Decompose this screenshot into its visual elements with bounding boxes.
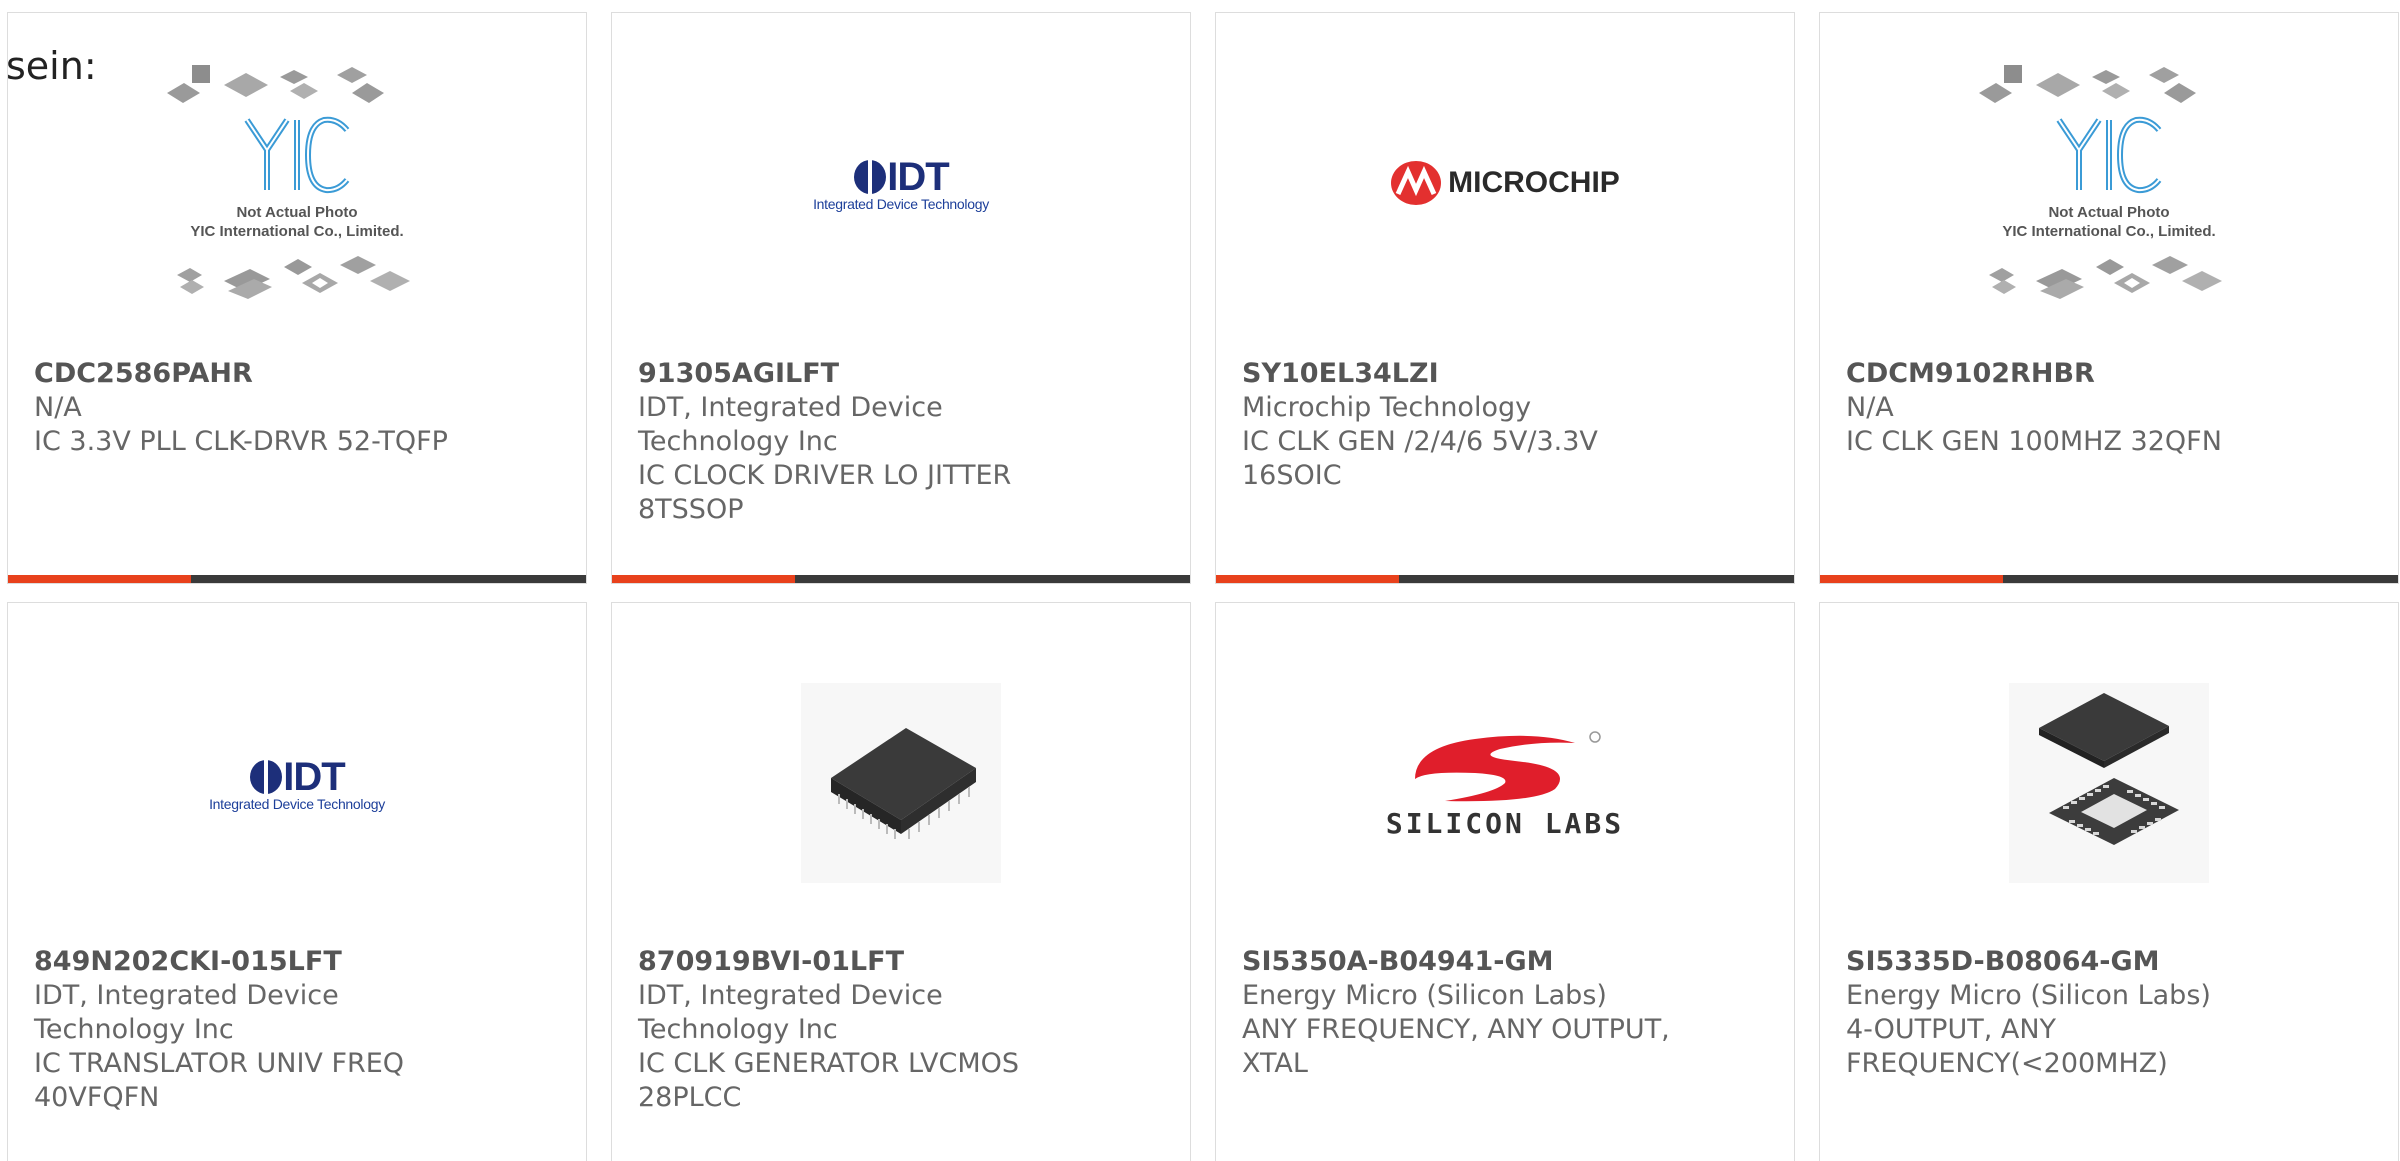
manufacturer: N/A bbox=[34, 392, 82, 423]
product-image[interactable]: MICROCHIP bbox=[1216, 13, 1794, 353]
product-info: 91305AGILFT IDT, Integrated Device Techn… bbox=[638, 357, 1078, 527]
microchip-logo: MICROCHIP bbox=[1390, 160, 1620, 206]
qfn-chip-icon bbox=[2039, 693, 2179, 845]
manufacturer: N/A bbox=[1846, 392, 1894, 423]
part-number[interactable]: SI5335D-B08064-GM bbox=[1846, 945, 2286, 979]
product-image[interactable] bbox=[1820, 613, 2398, 953]
plcc-chip-icon bbox=[831, 728, 976, 839]
manufacturer: Energy Micro (Silicon Labs) bbox=[1242, 980, 1607, 1011]
microchip-mark-icon bbox=[1391, 161, 1442, 205]
placeholder-line1: Not Actual Photo bbox=[236, 204, 358, 221]
product-card[interactable]: MICROCHIP SY10EL34LZI Microchip Technolo… bbox=[1215, 12, 1795, 584]
part-number[interactable]: CDC2586PAHR bbox=[34, 357, 474, 391]
manufacturer: Energy Micro (Silicon Labs) bbox=[1846, 980, 2211, 1011]
product-info: SY10EL34LZI Microchip Technology IC CLK … bbox=[1242, 357, 1682, 493]
silicon-labs-logo-word: SILICON LABS bbox=[1385, 806, 1625, 840]
part-number[interactable]: SI5350A-B04941-GM bbox=[1242, 945, 1682, 979]
description: IC CLK GEN 100MHZ 32QFN bbox=[1846, 426, 2222, 457]
yic-placeholder-image: Not Actual Photo YIC International Co., … bbox=[162, 63, 432, 303]
product-image[interactable]: SILICON LABS bbox=[1216, 613, 1794, 953]
card-bar-accent bbox=[1216, 575, 1399, 583]
product-info: SI5335D-B08064-GM Energy Micro (Silicon … bbox=[1846, 945, 2286, 1081]
product-card[interactable]: IDT Integrated Device Technology 849N202… bbox=[7, 602, 587, 1161]
idt-logo: IDT Integrated Device Technology bbox=[813, 155, 989, 212]
idt-logo: IDT Integrated Device Technology bbox=[209, 755, 385, 812]
silicon-labs-logo: SILICON LABS bbox=[1386, 727, 1624, 840]
qfn-chip-photo bbox=[2009, 683, 2209, 883]
silicon-labs-mark-icon bbox=[1414, 730, 1601, 801]
product-info: 849N202CKI-015LFT IDT, Integrated Device… bbox=[34, 945, 474, 1115]
placeholder-line1: Not Actual Photo bbox=[2048, 204, 2170, 221]
part-number[interactable]: 849N202CKI-015LFT bbox=[34, 945, 474, 979]
product-card[interactable]: SI5335D-B08064-GM Energy Micro (Silicon … bbox=[1819, 602, 2399, 1161]
description: IC 3.3V PLL CLK-DRVR 52-TQFP bbox=[34, 426, 448, 457]
idt-mark-icon bbox=[854, 159, 887, 195]
placeholder-line2: YIC International Co., Limited. bbox=[2002, 223, 2216, 240]
description: 4-OUTPUT, ANY FREQUENCY(<200MHZ) bbox=[1846, 1014, 2168, 1079]
part-number[interactable]: 91305AGILFT bbox=[638, 357, 1078, 391]
description: IC CLK GENERATOR LVCMOS 28PLCC bbox=[638, 1048, 1020, 1113]
card-bar-accent bbox=[1820, 575, 2003, 583]
idt-logo-sub: Integrated Device Technology bbox=[209, 795, 385, 812]
product-info: CDCM9102RHBR N/A IC CLK GEN 100MHZ 32QFN bbox=[1846, 357, 2286, 459]
card-bottom-bar bbox=[612, 575, 1190, 583]
product-info: SI5350A-B04941-GM Energy Micro (Silicon … bbox=[1242, 945, 1682, 1081]
product-image[interactable]: IDT Integrated Device Technology bbox=[612, 13, 1190, 353]
idt-mark-icon bbox=[250, 759, 283, 795]
card-bar-accent bbox=[8, 575, 191, 583]
description: IC CLK GEN /2/4/6 5V/3.3V 16SOIC bbox=[1242, 426, 1598, 491]
part-number[interactable]: 870919BVI-01LFT bbox=[638, 945, 1078, 979]
description: IC TRANSLATOR UNIV FREQ 40VFQFN bbox=[34, 1048, 405, 1113]
card-bottom-bar bbox=[8, 575, 586, 583]
manufacturer: Microchip Technology bbox=[1242, 392, 1532, 423]
plcc-chip-photo bbox=[801, 683, 1001, 883]
product-info: CDC2586PAHR N/A IC 3.3V PLL CLK-DRVR 52-… bbox=[34, 357, 474, 459]
product-image[interactable] bbox=[612, 613, 1190, 953]
card-bar-accent bbox=[612, 575, 795, 583]
product-info: 870919BVI-01LFT IDT, Integrated Device T… bbox=[638, 945, 1078, 1115]
product-card[interactable]: SILICON LABS SI5350A-B04941-GM Energy Mi… bbox=[1215, 602, 1795, 1161]
product-card[interactable]: Not Actual Photo YIC International Co., … bbox=[1819, 12, 2399, 584]
card-bottom-bar bbox=[1216, 575, 1794, 583]
card-bottom-bar bbox=[1820, 575, 2398, 583]
product-grid-page: sein: Not Actual Photo YIC International… bbox=[0, 0, 2400, 1161]
yic-placeholder-image: Not Actual Photo YIC International Co., … bbox=[1974, 63, 2244, 303]
manufacturer: IDT, Integrated Device Technology Inc bbox=[638, 392, 943, 457]
manufacturer: IDT, Integrated Device Technology Inc bbox=[638, 980, 943, 1045]
idt-logo-word: IDT bbox=[887, 154, 949, 199]
description: ANY FREQUENCY, ANY OUTPUT, XTAL bbox=[1242, 1014, 1670, 1079]
microchip-logo-word: MICROCHIP bbox=[1448, 166, 1620, 199]
product-card[interactable]: 870919BVI-01LFT IDT, Integrated Device T… bbox=[611, 602, 1191, 1161]
product-image[interactable]: IDT Integrated Device Technology bbox=[8, 613, 586, 953]
product-card[interactable]: Not Actual Photo YIC International Co., … bbox=[7, 12, 587, 584]
idt-logo-sub: Integrated Device Technology bbox=[813, 195, 989, 212]
prefix-text: sein: bbox=[6, 44, 97, 88]
idt-logo-word: IDT bbox=[283, 754, 345, 799]
product-card[interactable]: IDT Integrated Device Technology 91305AG… bbox=[611, 12, 1191, 584]
product-image[interactable]: Not Actual Photo YIC International Co., … bbox=[1820, 13, 2398, 353]
description: IC CLOCK DRIVER LO JITTER 8TSSOP bbox=[638, 460, 1012, 525]
manufacturer: IDT, Integrated Device Technology Inc bbox=[34, 980, 339, 1045]
placeholder-line2: YIC International Co., Limited. bbox=[190, 223, 404, 240]
part-number[interactable]: SY10EL34LZI bbox=[1242, 357, 1682, 391]
part-number[interactable]: CDCM9102RHBR bbox=[1846, 357, 2286, 391]
